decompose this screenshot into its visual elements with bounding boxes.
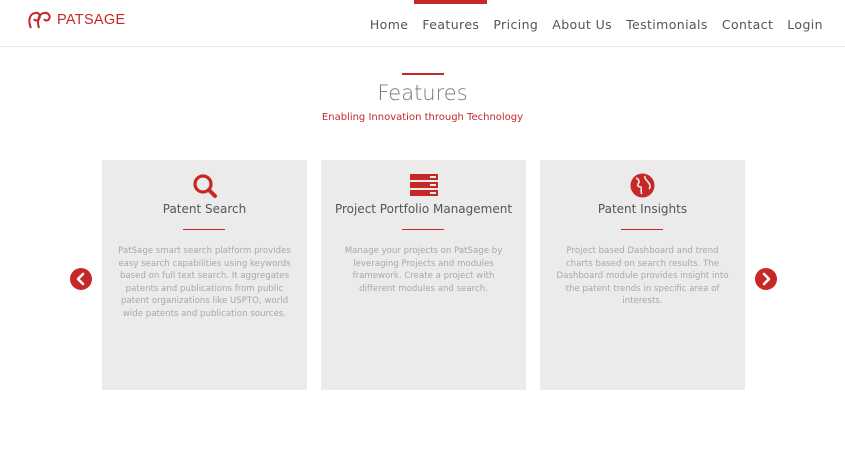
nav-features[interactable]: Features: [414, 0, 488, 47]
nav-home[interactable]: Home: [370, 0, 409, 47]
card-title: Patent Search: [162, 202, 247, 216]
search-icon: [192, 174, 217, 198]
card-description: PatSage smart search platform provides e…: [118, 246, 291, 319]
patsage-logo-icon: [28, 11, 51, 29]
card-description: Project based Dashboard and trend charts…: [556, 246, 729, 306]
card-description: Manage your projects on PatSage by lever…: [344, 246, 503, 294]
section-title: Features: [377, 81, 468, 105]
feature-card-patent-insights: Patent Insights Project based Dashboard …: [540, 160, 745, 390]
nav-pricing[interactable]: Pricing: [493, 0, 538, 47]
server-icon: [409, 174, 438, 196]
carousel-next-button[interactable]: [755, 268, 777, 290]
card-divider: [183, 229, 225, 230]
nav-about-us[interactable]: About Us: [552, 0, 612, 47]
brand-logo[interactable]: PATSAGE: [27, 10, 125, 30]
carousel-prev-button[interactable]: [70, 268, 92, 290]
globe-icon: [630, 173, 655, 198]
card-divider: [621, 229, 663, 230]
feature-card-patent-search: Patent Search PatSage smart search platf…: [102, 160, 307, 390]
section-subtitle: Enabling Innovation through Technology: [321, 112, 524, 123]
site-header: PATSAGE Home Features Pricing About Us T…: [0, 0, 845, 47]
card-divider: [402, 229, 444, 230]
nav-contact[interactable]: Contact: [722, 0, 773, 47]
card-title: Project Portfolio Management: [334, 202, 513, 216]
feature-card-project-portfolio: Project Portfolio Management Manage your…: [321, 160, 526, 390]
main-nav: Home Features Pricing About Us Testimoni…: [356, 0, 823, 47]
card-title: Patent Insights: [597, 202, 688, 216]
nav-testimonials[interactable]: Testimonials: [626, 0, 708, 47]
section-title-rule: [402, 73, 444, 75]
nav-login[interactable]: Login: [787, 0, 823, 47]
brand-name: PATSAGE: [57, 12, 126, 28]
